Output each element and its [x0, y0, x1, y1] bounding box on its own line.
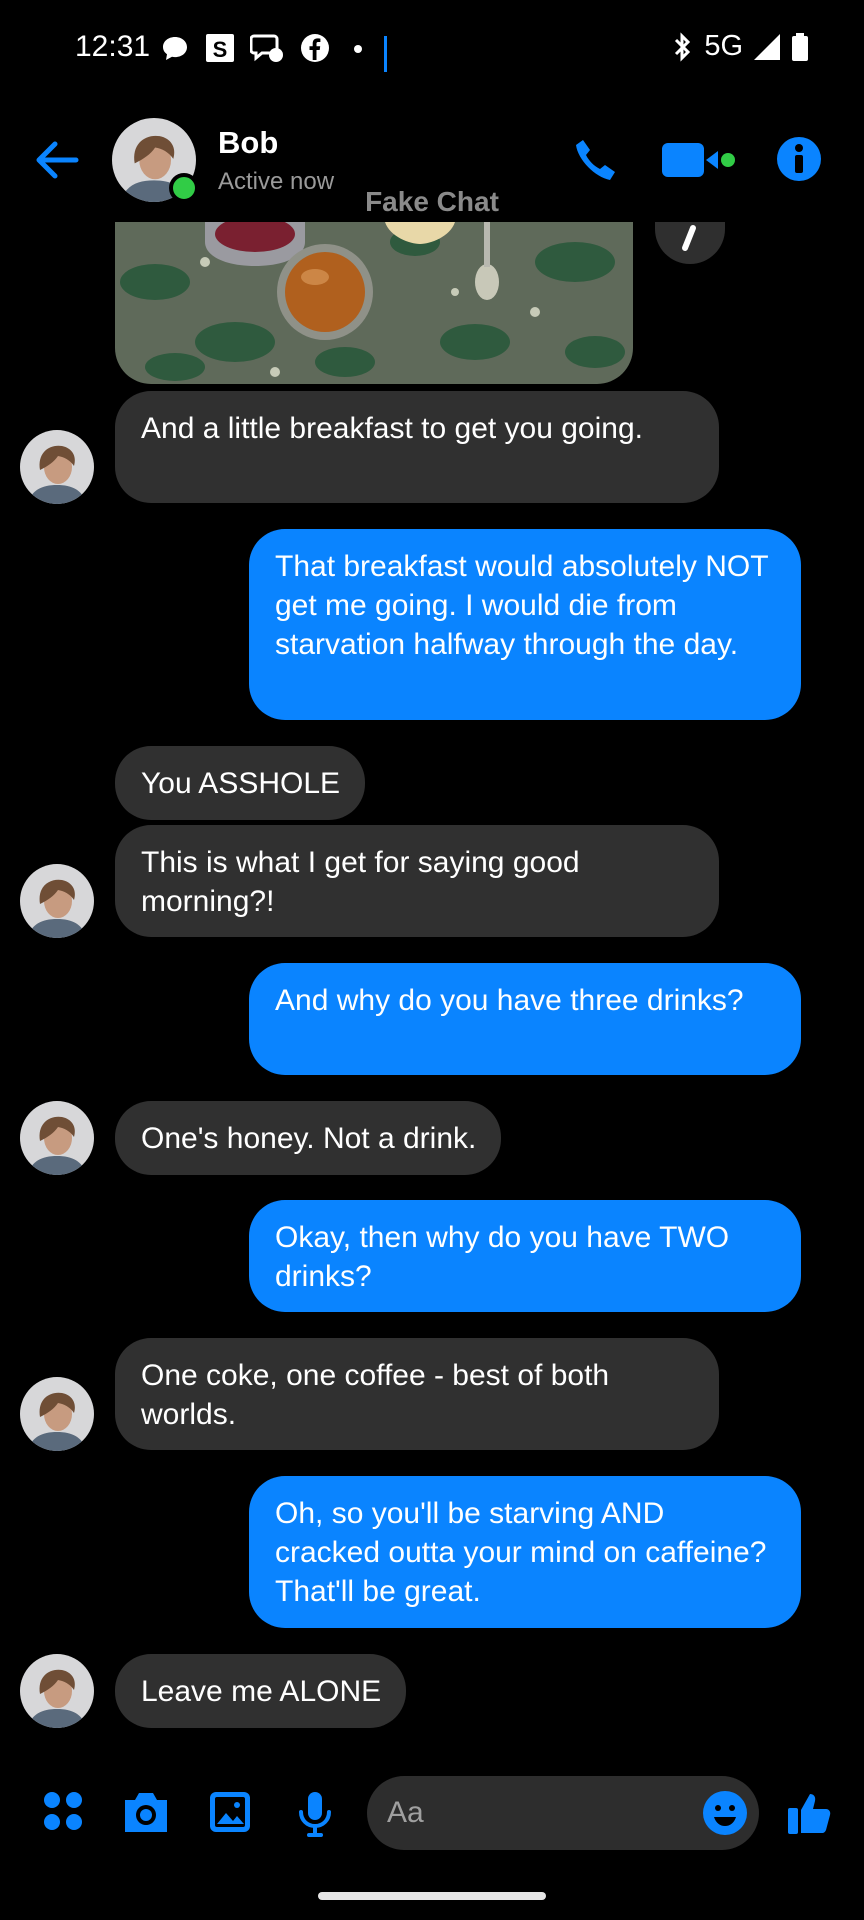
battery-icon: [792, 32, 808, 61]
message-bubble-incoming[interactable]: Leave me ALONE: [115, 1654, 407, 1728]
apps-grid-icon[interactable]: [42, 1790, 84, 1832]
status-right: 5G: [670, 30, 809, 63]
contact-message-avatar[interactable]: [20, 864, 94, 938]
message-bubble-incoming[interactable]: And a little breakfast to get you going.: [115, 391, 719, 503]
message-bubble-outgoing[interactable]: Okay, then why do you have TWO drinks?: [249, 1200, 801, 1312]
contact-message-avatar[interactable]: [20, 1101, 94, 1175]
camera-icon[interactable]: [121, 1790, 171, 1834]
message-bubble-outgoing[interactable]: Oh, so you'll be starving AND cracked ou…: [249, 1476, 801, 1628]
avatar-image: [20, 864, 94, 938]
video-camera-icon[interactable]: [660, 142, 736, 178]
home-indicator[interactable]: [318, 1892, 546, 1900]
message-bubble-incoming[interactable]: This is what I get for saying good morni…: [115, 825, 719, 937]
watermark: Fake Chat: [365, 186, 499, 217]
avatar-image: [20, 430, 94, 504]
emoji-icon[interactable]: [702, 1790, 748, 1836]
status-bar: 12:31 S 5G: [0, 0, 864, 100]
bluetooth-icon: [675, 31, 691, 62]
avatar-image: [20, 1377, 94, 1451]
shared-photo[interactable]: [115, 222, 633, 384]
message-bubble-incoming[interactable]: You ASSHOLE: [115, 746, 366, 820]
back-arrow-icon[interactable]: [32, 135, 82, 185]
chat-notification-icon: [163, 37, 187, 60]
message-composer: [0, 1760, 864, 1860]
more-notifications-icon: [354, 45, 362, 53]
signal-icon: [754, 33, 780, 60]
breakfast-photo-image: [115, 222, 633, 384]
network-type: 5G: [704, 30, 743, 62]
phone-icon[interactable]: [572, 137, 618, 183]
thumbs-up-icon[interactable]: [786, 1788, 834, 1836]
status-time: 12:31: [75, 30, 151, 63]
message-bubble-outgoing[interactable]: And why do you have three drinks?: [249, 963, 801, 1075]
avatar-image: [20, 1101, 94, 1175]
contact-message-avatar[interactable]: [20, 1377, 94, 1451]
scroll-arrow-icon: [682, 225, 696, 251]
svg-text:S: S: [213, 37, 228, 62]
info-icon[interactable]: [776, 136, 822, 182]
contact-name[interactable]: Bob: [218, 125, 278, 161]
message-bubble-incoming[interactable]: One coke, one coffee - best of both worl…: [115, 1338, 719, 1450]
s-app-notification-icon: S: [206, 34, 234, 62]
message-input[interactable]: [367, 1776, 759, 1850]
microphone-icon[interactable]: [297, 1790, 333, 1838]
messenger-notification-icon: [250, 34, 283, 62]
contact-message-avatar[interactable]: [20, 1654, 94, 1728]
message-bubble-incoming[interactable]: One's honey. Not a drink.: [115, 1101, 502, 1175]
message-bubble-outgoing[interactable]: That breakfast would absolutely NOT get …: [249, 529, 801, 720]
text-cursor: [384, 36, 387, 72]
scroll-button[interactable]: [655, 222, 725, 264]
facebook-notification-icon: [301, 34, 329, 62]
contact-message-avatar[interactable]: [20, 430, 94, 504]
avatar-image: [20, 1654, 94, 1728]
gallery-icon[interactable]: [208, 1790, 252, 1834]
